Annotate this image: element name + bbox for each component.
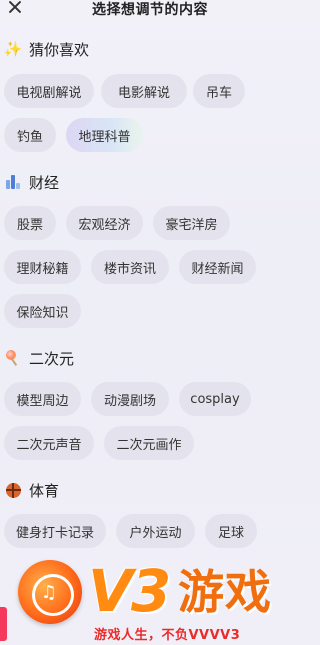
chip-fitness-checkin[interactable]: 健身打卡记录 (4, 514, 106, 548)
section-title: 二次元 (29, 349, 75, 368)
section-title: 体育 (29, 481, 60, 500)
section-header: 体育 (4, 479, 59, 501)
chip-stocks[interactable]: 股票 (4, 206, 56, 240)
watermark-v3: V3 (88, 557, 171, 625)
watermark-slogan: 游戏人生，不负VVVV3 (94, 628, 241, 643)
lollipop-icon (4, 349, 22, 367)
top-bar: 选择想调节的内容 (0, 0, 300, 24)
section-header: 财经 (4, 171, 59, 193)
section-header: ✨ 猜你喜欢 (4, 38, 89, 60)
chip-geography-science[interactable]: 地理科普 (66, 118, 143, 152)
chip-luxury-housing[interactable]: 豪宅洋房 (153, 206, 230, 240)
chip-anime-voice[interactable]: 二次元声音 (4, 426, 94, 460)
section-header: 二次元 (4, 347, 74, 369)
building-chart-icon (4, 173, 22, 191)
chip-property-news[interactable]: 楼市资讯 (91, 250, 169, 284)
section-title: 财经 (29, 173, 60, 192)
chip-fishing[interactable]: 钓鱼 (4, 118, 56, 152)
chip-finance-tips[interactable]: 理财秘籍 (4, 250, 81, 284)
page-title: 选择想调节的内容 (92, 2, 208, 18)
section-title: 猜你喜欢 (29, 40, 90, 59)
chip-movie-commentary[interactable]: 电影解说 (101, 74, 187, 108)
watermark-brand: 游戏 (178, 565, 272, 619)
chip-cosplay[interactable]: cosplay (179, 382, 251, 416)
chip-anime-theater[interactable]: 动漫剧场 (91, 382, 169, 416)
chip-finance-news[interactable]: 财经新闻 (179, 250, 256, 284)
chip-crane[interactable]: 吊车 (193, 74, 245, 108)
watermark: ♫ V3 游戏 游戏人生，不负VVVV3 (0, 560, 300, 645)
chip-outdoor-sports[interactable]: 户外运动 (116, 514, 195, 548)
chip-tv-drama-commentary[interactable]: 电视剧解说 (4, 74, 94, 108)
basketball-icon (4, 481, 22, 499)
chip-anime-art[interactable]: 二次元画作 (104, 426, 194, 460)
music-note-icon: ♫ (40, 582, 58, 603)
chip-insurance-knowledge[interactable]: 保险知识 (4, 294, 81, 328)
chip-model-merch[interactable]: 模型周边 (4, 382, 81, 416)
chip-macro-economy[interactable]: 宏观经济 (66, 206, 143, 240)
chip-football[interactable]: 足球 (205, 514, 257, 548)
sparkle-icon: ✨ (3, 39, 23, 58)
